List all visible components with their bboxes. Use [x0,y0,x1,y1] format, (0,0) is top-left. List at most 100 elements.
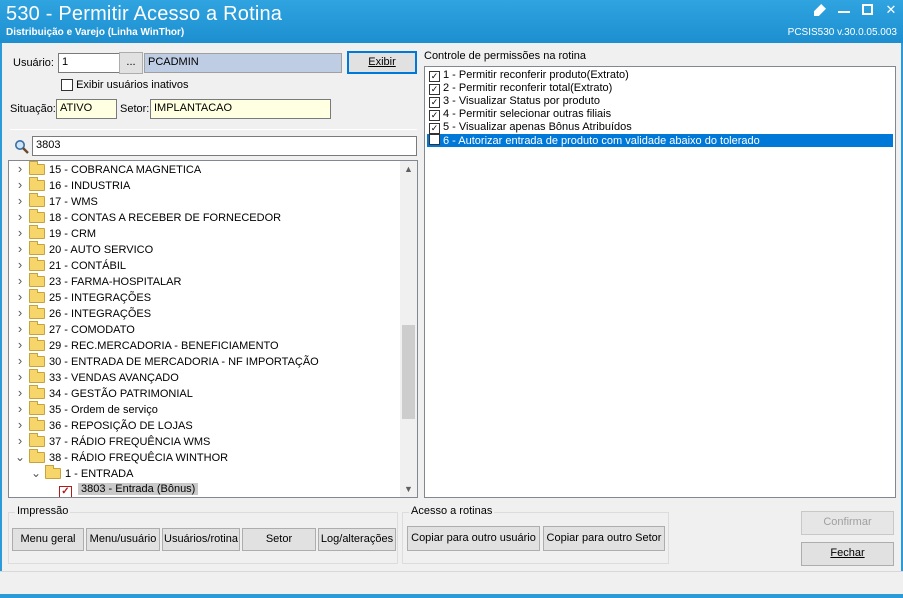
chevron-right-icon[interactable]: › [15,353,25,369]
tree-item[interactable]: › 34 - GESTÃO PATRIMONIAL [15,385,193,401]
checked-checkbox[interactable]: ✓ [429,84,440,95]
scroll-down-icon[interactable]: ▼ [400,481,417,497]
tree-item[interactable]: › 37 - RÁDIO FREQUÊNCIA WMS [15,433,210,449]
permission-item[interactable]: ✓ 5 - Visualizar apenas Bônus Atribuídos [427,121,632,134]
copy-to-user-button[interactable]: Copiar para outro usuário [407,526,540,551]
tree-item-label: 38 - RÁDIO FREQUÊCIA WINTHOR [49,452,229,464]
search-input[interactable]: 3803 [32,136,417,156]
chevron-right-icon[interactable]: › [15,385,25,401]
permission-item[interactable]: ✓ 2 - Permitir reconferir total(Extrato) [427,82,612,95]
user-code-input[interactable]: 1 [58,53,120,73]
close-icon[interactable]: ✕ [885,3,897,16]
tree-item-label: 26 - INTEGRAÇÕES [49,308,152,320]
tree-item[interactable]: › 17 - WMS [15,193,98,209]
print-usuarios-rotina-button[interactable]: Usuários/rotina [162,528,240,551]
tree-item[interactable]: › 25 - INTEGRAÇÕES [15,289,151,305]
tree-item[interactable]: › 33 - VENDAS AVANÇADO [15,369,179,385]
minimize-icon[interactable] [838,4,850,13]
chevron-right-icon[interactable]: › [15,177,25,193]
folder-icon [29,209,45,223]
permissions-list[interactable]: ✓ 1 - Permitir reconferir produto(Extrato… [424,66,896,498]
chevron-down-icon[interactable]: ⌄ [15,449,25,465]
confirm-button[interactable]: Confirmar [801,511,894,535]
chevron-right-icon[interactable]: › [15,257,25,273]
tree-item-label: 17 - WMS [49,196,98,208]
permission-item[interactable]: ✓ 1 - Permitir reconferir produto(Extrato… [427,69,629,82]
close-button[interactable]: Fechar [801,542,894,566]
chevron-right-icon[interactable]: › [15,305,25,321]
copy-to-sector-button[interactable]: Copiar para outro Setor [543,526,665,551]
tree-item[interactable]: › 26 - INTEGRAÇÕES [15,305,151,321]
print-log-button[interactable]: Log/alterações [318,528,396,551]
inactive-users-checkbox[interactable] [61,79,73,92]
folder-icon [29,321,45,335]
tree-item[interactable]: › 16 - INDUSTRIA [15,177,130,193]
folder-icon [29,401,45,415]
tree-item[interactable]: › 21 - CONTÁBIL [15,257,126,273]
print-menu-usuario-button[interactable]: Menu/usuário [86,528,160,551]
permission-item[interactable]: 6 - Autorizar entrada de produto com val… [427,134,893,147]
unchecked-checkbox[interactable] [429,134,440,145]
checked-checkbox[interactable]: ✓ [429,110,440,121]
permission-label: 2 - Permitir reconferir total(Extrato) [443,82,613,94]
inactive-users-toggle[interactable]: Exibir usuários inativos [61,79,189,92]
chevron-down-icon[interactable]: ⌄ [31,465,41,481]
chevron-right-icon[interactable]: › [15,193,25,209]
checked-icon[interactable]: ✓ [59,486,72,497]
tree-item[interactable]: › 20 - AUTO SERVICO [15,241,153,257]
tree-item[interactable]: ✓ 3803 - Entrada (Bônus) [59,481,199,497]
tree-item[interactable]: › 15 - COBRANCA MAGNETICA [15,161,201,177]
tree-scrollbar[interactable]: ▲ ▼ [400,161,417,497]
checked-checkbox[interactable]: ✓ [429,123,440,134]
tree-item[interactable]: › 29 - REC.MERCADORIA - BENEFICIAMENTO [15,337,279,353]
print-setor-button[interactable]: Setor [242,528,316,551]
print-menu-geral-button[interactable]: Menu geral [12,528,84,551]
chevron-right-icon[interactable]: › [15,417,25,433]
tree-item[interactable]: › 23 - FARMA-HOSPITALAR [15,273,181,289]
permission-item[interactable]: ✓ 3 - Visualizar Status por produto [427,95,600,108]
tree-item[interactable]: › 19 - CRM [15,225,96,241]
scroll-up-icon[interactable]: ▲ [400,161,417,177]
folder-icon [29,257,45,271]
tree-item[interactable]: ⌄ 1 - ENTRADA [31,465,133,481]
chevron-right-icon[interactable]: › [15,161,25,177]
inactive-users-label: Exibir usuários inativos [76,79,189,91]
chevron-right-icon[interactable]: › [15,225,25,241]
chevron-right-icon[interactable]: › [15,337,25,353]
chevron-right-icon[interactable]: › [15,401,25,417]
permissions-title: Controle de permissões na rotina [424,50,587,62]
edit-icon[interactable] [814,4,826,16]
permission-item[interactable]: ✓ 4 - Permitir selecionar outras filiais [427,108,611,121]
tree-item[interactable]: › 36 - REPOSIÇÃO DE LOJAS [15,417,193,433]
scroll-thumb[interactable] [402,325,415,419]
tree-item-label: 29 - REC.MERCADORIA - BENEFICIAMENTO [49,340,279,352]
chevron-right-icon[interactable]: › [15,273,25,289]
routine-tree[interactable]: › 15 - COBRANCA MAGNETICA › 16 - INDUSTRIA ›… [8,160,418,498]
version-label: PCSIS530 v.30.0.05.003 [787,27,897,38]
folder-icon [29,385,45,399]
tree-item[interactable]: ⌄ 38 - RÁDIO FREQUÊCIA WINTHOR [15,449,228,465]
user-browse-button[interactable]: ... [119,52,143,74]
tree-item[interactable]: › 27 - COMODATO [15,321,135,337]
chevron-right-icon[interactable]: › [15,241,25,257]
checked-checkbox[interactable]: ✓ [429,97,440,108]
tree-item[interactable]: › 35 - Ordem de serviço [15,401,158,417]
chevron-right-icon[interactable]: › [15,209,25,225]
tree-item[interactable]: › 30 - ENTRADA DE MERCADORIA - NF IMPORTA… [15,353,319,369]
chevron-right-icon[interactable]: › [15,321,25,337]
chevron-right-icon[interactable]: › [15,433,25,449]
permission-label: 1 - Permitir reconferir produto(Extrato) [443,69,629,81]
chevron-right-icon[interactable]: › [15,369,25,385]
tree-item-label: 21 - CONTÁBIL [49,260,127,272]
tree-item-label: 15 - COBRANCA MAGNETICA [49,164,202,176]
show-button[interactable]: Exibir [347,51,417,74]
tree-item[interactable]: › 18 - CONTAS A RECEBER DE FORNECEDOR [15,209,281,225]
print-group: Impressão Menu geral Menu/usuário Usuári… [8,505,398,564]
chevron-right-icon[interactable]: › [15,289,25,305]
permission-label: 6 - Autorizar entrada de produto com val… [443,135,760,147]
checked-checkbox[interactable]: ✓ [429,71,440,82]
maximize-icon[interactable] [862,4,873,15]
tree-item-label: 37 - RÁDIO FREQUÊNCIA WMS [49,436,211,448]
folder-icon [29,369,45,383]
tree-item-label: 3803 - Entrada (Bônus) [78,483,199,495]
